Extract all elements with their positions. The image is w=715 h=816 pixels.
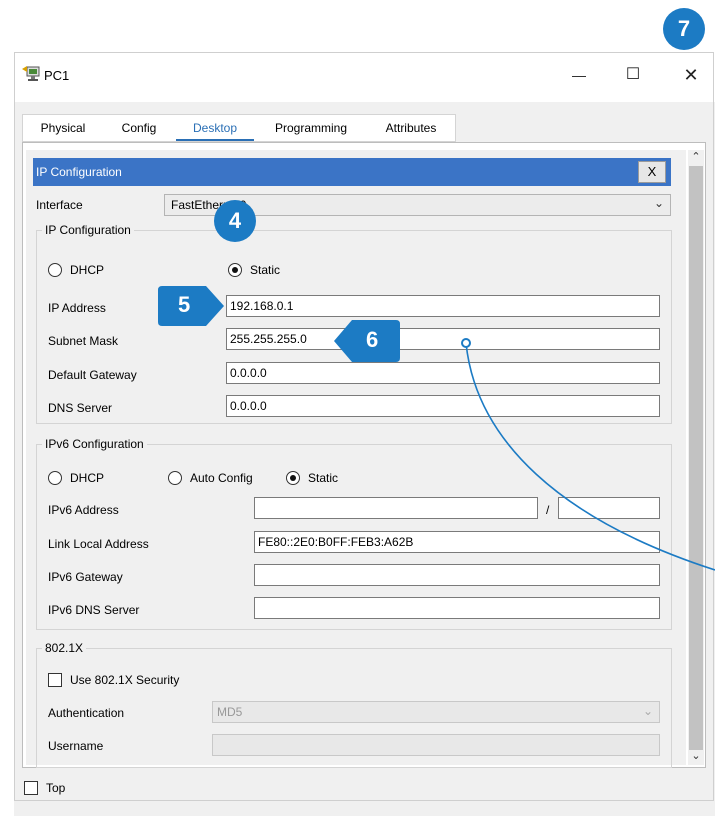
step-5-label: 5 xyxy=(178,292,191,317)
step-6-badge: 6 xyxy=(334,320,400,365)
annotation-connector xyxy=(461,338,715,571)
step-5-badge: 5 xyxy=(158,286,224,329)
step-4-badge: 4 xyxy=(214,200,256,242)
step-7-badge: 7 xyxy=(663,8,705,50)
step-6-label: 6 xyxy=(366,327,379,352)
